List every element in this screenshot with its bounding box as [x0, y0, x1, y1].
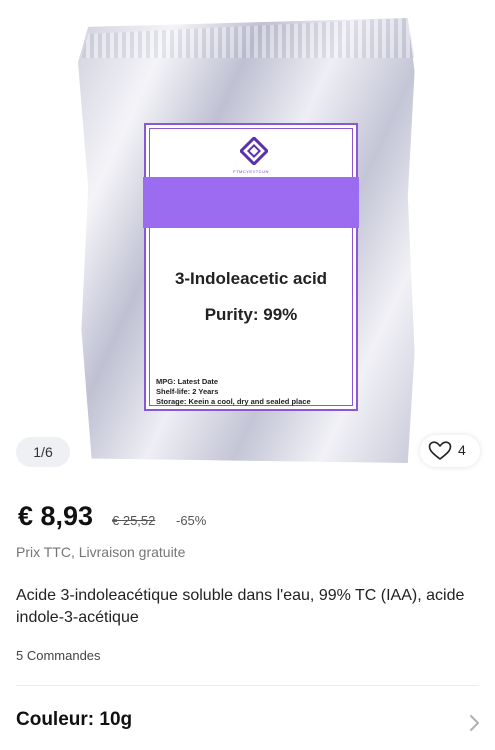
wishlist-count: 4 [458, 442, 466, 458]
shipping-note: Prix TTC, Livraison gratuite [16, 544, 186, 560]
orders-count: 5 Commandes [16, 648, 101, 663]
wishlist-button[interactable]: 4 [420, 435, 480, 467]
current-price: € 8,93 [18, 501, 94, 531]
label-product-name: 3-Indoleacetic acid [174, 269, 328, 288]
variant-selector-label[interactable]: Couleur: 10g [16, 709, 132, 731]
label-detail-line: Storage: Keein a cool, dry and sealed pl… [156, 397, 311, 406]
divider [16, 685, 479, 686]
label-details: MPG: Latest Date Shelf-life: 2 Years Sto… [156, 377, 311, 407]
discount-badge: -65% [176, 513, 207, 528]
heart-icon [428, 441, 452, 460]
label-detail-line: MPG: Latest Date [156, 377, 219, 386]
original-price: € 25,52 [112, 513, 156, 528]
image-counter: 1/6 [16, 437, 70, 467]
brand-name: FTMCYEYTCUN [233, 169, 269, 174]
label-color-band [143, 177, 359, 228]
brand-logo-icon [240, 137, 268, 165]
label-detail-line: Shelf-life: 2 Years [156, 387, 219, 396]
product-title: Acide 3-indoleacétique soluble dans l'ea… [16, 587, 465, 626]
label-purity: Purity: 99% [204, 305, 298, 324]
product-label: FTMCYEYTCUN 3-Indoleacetic acid Purity: … [143, 123, 359, 411]
chevron-right-icon[interactable] [468, 714, 480, 732]
product-image-gallery[interactable]: FTMCYEYTCUN 3-Indoleacetic acid Purity: … [0, 0, 495, 484]
